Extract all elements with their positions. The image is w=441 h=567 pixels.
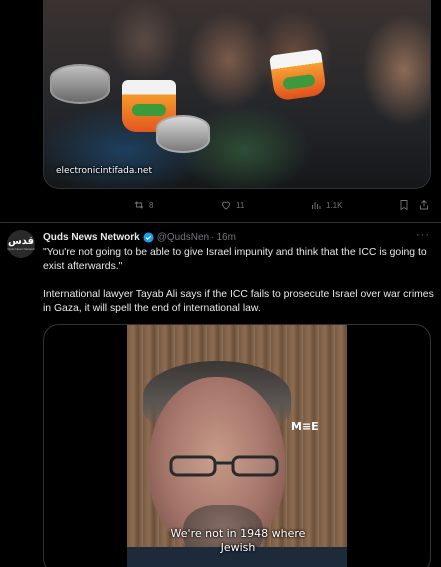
share-button[interactable] xyxy=(418,199,430,211)
author-name[interactable]: Quds News Network xyxy=(43,232,140,243)
metal-bowl xyxy=(156,115,210,153)
retweet-button[interactable]: 8 xyxy=(133,199,153,211)
subtitle-line: Jewish xyxy=(220,541,256,554)
more-options-button[interactable]: ··· xyxy=(416,229,430,241)
author-handle[interactable]: @QudsNen xyxy=(157,232,209,243)
tweet-timestamp[interactable]: 16m xyxy=(216,232,235,243)
avatar[interactable]: قدس Quds News Network xyxy=(7,230,35,258)
metal-pot xyxy=(50,64,110,104)
previous-tweet-actions: 8 11 1.1K xyxy=(43,195,435,215)
like-count: 11 xyxy=(236,200,245,210)
tweet-quote: "You're not going to be able to give Isr… xyxy=(43,247,427,272)
retweet-icon xyxy=(134,201,144,209)
tweet-header: Quds News Network @QudsNen · 16m xyxy=(43,229,236,245)
subtitle-line: We're not in 1948 where xyxy=(170,527,306,540)
avatar-logo-subtext: Quds News Network xyxy=(7,247,35,251)
tweet-divider xyxy=(0,222,441,223)
heart-icon xyxy=(222,201,230,210)
retweet-count: 8 xyxy=(149,200,154,210)
tweet-video[interactable]: M≡E We're not in 1948 where Jewish xyxy=(43,324,431,567)
previous-tweet-image[interactable]: electronicintifada.net xyxy=(43,0,431,189)
bucket-label xyxy=(282,73,316,91)
views-count: 1.1K xyxy=(326,200,343,210)
like-button[interactable]: 11 xyxy=(220,199,244,211)
orange-bucket xyxy=(269,48,327,102)
glasses-shape xyxy=(169,455,279,477)
bookmark-button[interactable] xyxy=(398,199,410,211)
share-icon xyxy=(420,199,428,210)
verified-badge-icon xyxy=(143,231,154,243)
tweet-body: International lawyer Tayab Ali says if t… xyxy=(43,289,434,314)
avatar-logo: قدس xyxy=(7,236,35,247)
tweet-text: "You're not going to be able to give Isr… xyxy=(43,246,435,330)
video-watermark: M≡E xyxy=(291,420,319,433)
image-source-caption: electronicintifada.net xyxy=(56,166,152,176)
separator-dot: · xyxy=(211,231,215,243)
video-subtitle: We're not in 1948 where Jewish xyxy=(44,527,430,555)
views-button[interactable]: 1.1K xyxy=(310,199,342,211)
bucket-label xyxy=(132,104,166,116)
views-icon xyxy=(312,202,321,209)
bookmark-icon xyxy=(400,200,408,211)
